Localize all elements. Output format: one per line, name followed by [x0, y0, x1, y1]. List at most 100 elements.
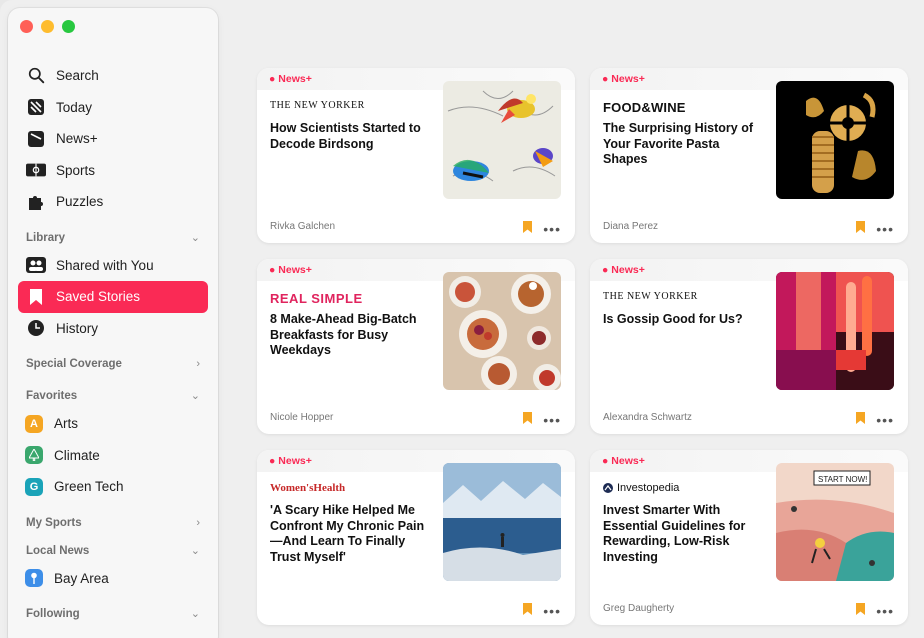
publication-logo: Women'sHealth	[270, 482, 346, 494]
chevron-down-icon: ⌄	[190, 608, 200, 620]
story-card[interactable]: ● News+ REAL SIMPLE 8 Make-Ahead Big-Bat…	[257, 259, 575, 434]
sidebar-item-label: Search	[56, 68, 99, 84]
more-options-icon[interactable]: •••	[543, 221, 561, 237]
news-window: Search Today News+ Sports Puzzles Librar…	[0, 0, 924, 638]
location-pin-icon	[25, 569, 43, 588]
sidebar-item-news-plus[interactable]: News+	[18, 123, 208, 155]
story-author: Alexandra Schwartz	[603, 412, 692, 423]
more-options-icon[interactable]: •••	[543, 412, 561, 428]
story-card[interactable]: ● News+ THE NEW YORKER How Scientists St…	[257, 68, 575, 243]
apple-icon: ●	[602, 264, 609, 276]
story-image-race: START NOW!	[776, 463, 894, 581]
sidebar-item-bay-area[interactable]: Bay Area	[18, 563, 208, 595]
arts-icon: A	[25, 414, 43, 433]
chevron-right-icon: ›	[196, 516, 200, 529]
more-options-icon[interactable]: •••	[876, 412, 894, 428]
story-headline[interactable]: The Surprising History of Your Favorite …	[603, 121, 763, 168]
publication-logo: Investopedia	[603, 482, 679, 494]
bookmark-icon[interactable]	[856, 412, 865, 424]
section-favorites[interactable]: Favorites ⌄	[18, 376, 208, 408]
svg-text:START NOW!: START NOW!	[818, 475, 867, 484]
sidebar-item-label: Puzzles	[56, 194, 104, 210]
story-headline[interactable]: Is Gossip Good for Us?	[603, 312, 763, 328]
sidebar-item-sports[interactable]: Sports	[18, 155, 208, 187]
apple-icon: ●	[269, 73, 276, 85]
story-headline[interactable]: How Scientists Started to Decode Birdson…	[270, 121, 430, 152]
investopedia-logo-icon	[603, 483, 613, 493]
story-headline[interactable]: Invest Smarter With Essential Guidelines…	[603, 503, 763, 565]
sidebar-item-label: Green Tech	[54, 479, 124, 495]
section-local-news[interactable]: Local News ⌄	[18, 535, 208, 563]
more-options-icon[interactable]: •••	[543, 603, 561, 619]
sidebar-item-label: Sports	[56, 162, 96, 178]
bookmark-icon[interactable]	[523, 221, 532, 233]
section-my-sports[interactable]: My Sports ›	[18, 503, 208, 535]
people-icon	[26, 255, 46, 275]
sidebar-item-label: Today	[56, 99, 93, 115]
green-tech-icon: G	[25, 477, 43, 496]
bookmark-icon[interactable]	[856, 603, 865, 615]
search-icon	[26, 66, 46, 86]
story-card[interactable]: ● News+ Women'sHealth 'A Scary Hike Help…	[257, 450, 575, 625]
section-following[interactable]: Following ⌄	[18, 594, 208, 626]
chevron-down-icon: ⌄	[190, 390, 200, 402]
story-headline[interactable]: 8 Make-Ahead Big-Batch Breakfasts for Bu…	[270, 312, 430, 359]
sidebar-item-label: Shared with You	[56, 257, 154, 273]
bookmark-icon[interactable]	[856, 221, 865, 233]
sidebar-item-green-tech[interactable]: G Green Tech	[18, 471, 208, 503]
sidebar-item-label: Climate	[54, 447, 100, 463]
sidebar-item-puzzles[interactable]: Puzzles	[18, 186, 208, 218]
chevron-right-icon: ›	[196, 358, 200, 370]
apple-icon: ●	[269, 455, 276, 467]
sidebar-item-search[interactable]: Search	[18, 60, 208, 92]
window-controls	[20, 20, 75, 33]
news-logo-icon	[26, 97, 46, 117]
chevron-down-icon: ⌄	[190, 544, 200, 557]
more-options-icon[interactable]: •••	[876, 221, 894, 237]
story-card[interactable]: ● News+ Investopedia Invest Smarter With…	[590, 450, 908, 625]
close-button[interactable]	[20, 20, 33, 33]
minimize-button[interactable]	[41, 20, 54, 33]
story-author: Rivka Galchen	[270, 221, 336, 232]
sidebar-item-label: History	[56, 320, 99, 336]
more-options-icon[interactable]: •••	[876, 603, 894, 619]
sports-icon	[26, 160, 46, 180]
sidebar-item-history[interactable]: History	[18, 313, 208, 345]
sidebar: Search Today News+ Sports Puzzles Librar…	[8, 8, 218, 638]
clock-icon	[26, 318, 46, 338]
sidebar-item-label: News+	[56, 131, 98, 147]
sidebar-item-label: Saved Stories	[56, 289, 141, 305]
story-image-birds	[443, 81, 561, 199]
bookmark-icon[interactable]	[523, 603, 532, 615]
apple-icon: ●	[602, 73, 609, 85]
chevron-down-icon: ⌄	[190, 231, 200, 244]
bookmark-icon	[26, 287, 46, 307]
story-author: Diana Perez	[603, 221, 659, 232]
publication-logo: REAL SIMPLE	[270, 291, 363, 306]
sidebar-item-climate[interactable]: Climate	[18, 440, 208, 472]
story-card[interactable]: ● News+ FOOD&WINE The Surprising History…	[590, 68, 908, 243]
puzzle-icon	[26, 192, 46, 212]
story-image-hike	[443, 463, 561, 581]
publication-logo: THE NEW YORKER	[270, 100, 365, 111]
sidebar-item-arts[interactable]: A Arts	[18, 408, 208, 440]
apple-icon: ●	[269, 264, 276, 276]
story-image-breakfast	[443, 272, 561, 390]
story-image-abstract	[776, 272, 894, 390]
apple-icon: ●	[602, 455, 609, 467]
publication-logo: FOOD&WINE	[603, 100, 686, 115]
sidebar-item-label: Arts	[54, 416, 79, 432]
story-author: Greg Daugherty	[603, 603, 675, 614]
story-author: Nicole Hopper	[270, 412, 334, 423]
section-special-coverage[interactable]: Special Coverage ›	[18, 344, 208, 376]
section-library[interactable]: Library ⌄	[18, 218, 208, 250]
sidebar-item-today[interactable]: Today	[18, 92, 208, 124]
sidebar-item-shared-with-you[interactable]: Shared with You	[18, 250, 208, 282]
bookmark-icon[interactable]	[523, 412, 532, 424]
zoom-button[interactable]	[62, 20, 75, 33]
sidebar-item-saved-stories[interactable]: Saved Stories	[18, 281, 208, 313]
publication-logo: THE NEW YORKER	[603, 291, 698, 302]
story-card[interactable]: ● News+ THE NEW YORKER Is Gossip Good fo…	[590, 259, 908, 434]
story-headline[interactable]: 'A Scary Hike Helped Me Confront My Chro…	[270, 503, 430, 565]
sidebar-item-label: Bay Area	[54, 570, 109, 586]
